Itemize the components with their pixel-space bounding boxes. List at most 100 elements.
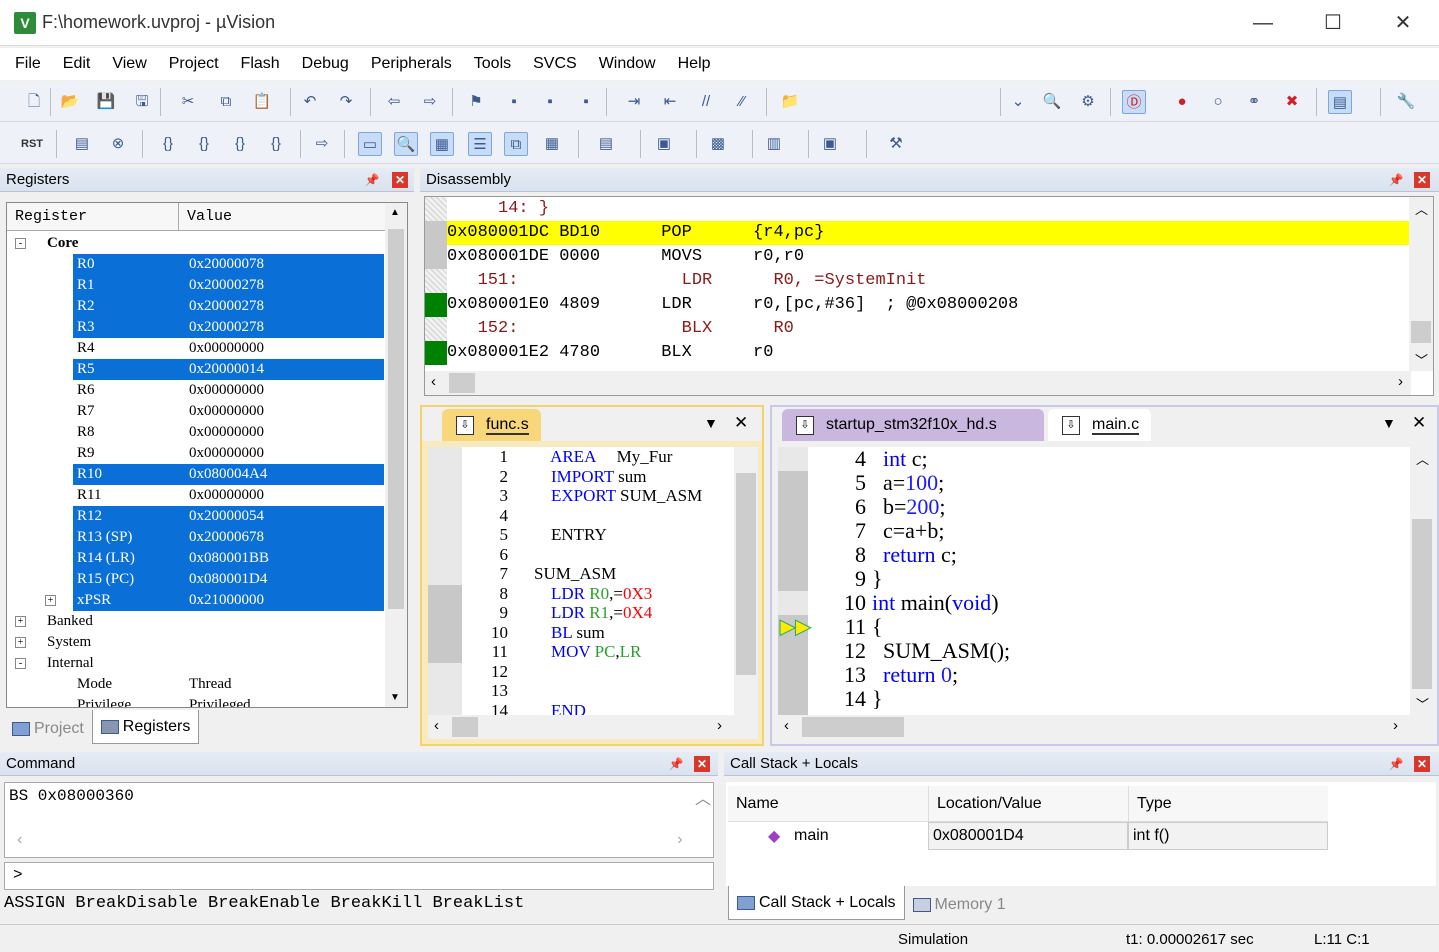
code-line[interactable]: IMPORT sum bbox=[534, 467, 647, 487]
tab-list-dropdown-icon[interactable]: ▼ bbox=[1382, 415, 1396, 431]
run-icon[interactable]: ▤ bbox=[70, 132, 94, 156]
register-row[interactable]: R2 0x20000278 bbox=[7, 296, 384, 317]
maximize-button[interactable]: ☐ bbox=[1310, 8, 1356, 38]
register-row[interactable]: + System bbox=[7, 632, 384, 653]
register-row[interactable]: R5 0x20000014 bbox=[7, 359, 384, 380]
register-row[interactable]: + xPSR 0x21000000 bbox=[7, 590, 384, 611]
breakpoint-kill-all-icon[interactable]: ✖ bbox=[1280, 90, 1304, 114]
breakpoint-disable-all-icon[interactable]: ⚭ bbox=[1242, 90, 1266, 114]
run-to-cursor-icon[interactable]: {} bbox=[264, 132, 288, 156]
pin-icon[interactable]: 📌 bbox=[364, 172, 380, 188]
code-line[interactable]: SUM_ASM bbox=[534, 564, 616, 584]
collapse-icon[interactable]: - bbox=[15, 238, 26, 249]
uncomment-icon[interactable]: ⁄⁄ bbox=[730, 90, 754, 114]
expand-icon[interactable]: + bbox=[45, 595, 56, 606]
bookmark-prev-icon[interactable]: ▪ bbox=[502, 90, 526, 114]
show-next-statement-icon[interactable]: ⇨ bbox=[310, 132, 334, 156]
indent-icon[interactable]: ⇥ bbox=[622, 90, 646, 114]
register-row[interactable]: Privilege Privileged bbox=[7, 695, 384, 707]
tab-project[interactable]: Project bbox=[4, 716, 92, 742]
debug-session-icon[interactable]: Ⓓ bbox=[1122, 90, 1146, 114]
close-panel-button[interactable]: ✕ bbox=[392, 172, 408, 188]
tab-registers[interactable]: Registers bbox=[91, 710, 200, 744]
find-icon[interactable]: 🔍 bbox=[1040, 90, 1064, 114]
pin-icon[interactable]: 📌 bbox=[1388, 172, 1404, 188]
menu-help[interactable]: Help bbox=[667, 55, 722, 73]
save-all-icon[interactable]: 🖫 bbox=[130, 90, 154, 114]
breakpoint-disable-icon[interactable]: ○ bbox=[1206, 90, 1230, 114]
menu-svcs[interactable]: SVCS bbox=[522, 55, 588, 73]
expand-icon[interactable]: + bbox=[15, 637, 26, 648]
tab-main-c[interactable]: ⇩ main.c bbox=[1048, 409, 1152, 441]
code-line[interactable]: BL sum bbox=[534, 623, 605, 643]
scroll-right-icon[interactable]: › bbox=[1393, 717, 1398, 734]
code-line[interactable]: b=200; bbox=[872, 495, 946, 519]
system-viewer-icon[interactable]: ▣ bbox=[818, 132, 842, 156]
bookmark-clear-icon[interactable]: ▪ bbox=[574, 90, 598, 114]
register-row[interactable]: + Banked bbox=[7, 611, 384, 632]
column-register[interactable]: Register bbox=[7, 203, 179, 231]
disassembly-line[interactable]: 0x080001E0 4809 LDR r0,[pc,#36] ; @0x080… bbox=[447, 293, 1411, 317]
disassembly-vscroll[interactable]: ︿ ﹀ bbox=[1409, 197, 1433, 371]
scroll-down-icon[interactable]: ﹀ bbox=[1415, 350, 1428, 369]
register-row[interactable]: - Core bbox=[7, 233, 384, 254]
register-row[interactable]: R3 0x20000278 bbox=[7, 317, 384, 338]
scroll-thumb[interactable] bbox=[1412, 519, 1432, 689]
window-layout-icon[interactable]: ▤ bbox=[1328, 90, 1352, 114]
menu-window[interactable]: Window bbox=[588, 55, 667, 73]
tab-func-s[interactable]: ⇩ func.s bbox=[442, 409, 541, 441]
code-line[interactable]: } bbox=[872, 567, 883, 591]
step-into-icon[interactable]: {} bbox=[156, 132, 180, 156]
code-line[interactable]: MOV PC,LR bbox=[534, 642, 641, 662]
scroll-down-icon[interactable]: ﹀ bbox=[1416, 694, 1429, 713]
scroll-right-icon[interactable]: › bbox=[717, 717, 722, 734]
disassembly-hscroll[interactable]: ‹ › bbox=[425, 371, 1411, 395]
expand-icon[interactable]: + bbox=[15, 616, 26, 627]
unindent-icon[interactable]: ⇤ bbox=[658, 90, 682, 114]
scroll-up-icon[interactable]: ︿ bbox=[695, 785, 711, 809]
collapse-icon[interactable]: - bbox=[15, 658, 26, 669]
nav-back-icon[interactable]: ⇦ bbox=[382, 90, 406, 114]
tab-startup[interactable]: ⇩ startup_stm32f10x_hd.s bbox=[782, 409, 1044, 441]
code-line[interactable]: { bbox=[872, 615, 883, 639]
code-line[interactable]: SUM_ASM(); bbox=[872, 639, 1010, 663]
code-line[interactable]: EXPORT SUM_ASM bbox=[534, 486, 702, 506]
serial-windows-icon[interactable]: ▣ bbox=[652, 132, 676, 156]
scroll-thumb[interactable] bbox=[388, 229, 404, 609]
close-tab-icon[interactable]: ✕ bbox=[734, 413, 748, 433]
command-window-icon[interactable]: ▭ bbox=[358, 132, 382, 156]
toolbox-icon[interactable]: ⚒ bbox=[884, 132, 908, 156]
column-location[interactable]: Location/Value bbox=[928, 786, 1050, 822]
column-name[interactable]: Name bbox=[736, 795, 779, 813]
incremental-find-icon[interactable]: ⚙ bbox=[1076, 90, 1100, 114]
scroll-thumb[interactable] bbox=[452, 717, 478, 737]
registers-scrollbar[interactable]: ▲ ▼ bbox=[385, 203, 407, 707]
register-row[interactable]: R6 0x00000000 bbox=[7, 380, 384, 401]
analysis-windows-icon[interactable]: ▩ bbox=[706, 132, 730, 156]
disassembly-line[interactable]: 151: LDR R0, =SystemInit bbox=[447, 269, 1411, 293]
code-line[interactable]: int main(void) bbox=[872, 591, 999, 615]
main-hscroll[interactable]: ‹ › bbox=[778, 715, 1434, 739]
scroll-left-icon[interactable]: ‹ bbox=[15, 831, 25, 849]
scroll-down-icon[interactable]: ▼ bbox=[390, 692, 400, 703]
step-out-icon[interactable]: {} bbox=[228, 132, 252, 156]
code-line[interactable]: } bbox=[872, 687, 883, 711]
menu-debug[interactable]: Debug bbox=[291, 55, 360, 73]
column-type[interactable]: Type bbox=[1128, 786, 1180, 822]
symbols-window-icon[interactable]: ▦ bbox=[430, 132, 454, 156]
menu-project[interactable]: Project bbox=[158, 55, 230, 73]
reset-icon[interactable]: RST bbox=[20, 132, 44, 156]
register-row[interactable]: R10 0x080004A4 bbox=[7, 464, 384, 485]
undo-icon[interactable]: ↶ bbox=[298, 90, 322, 114]
scroll-thumb[interactable] bbox=[449, 373, 475, 393]
scroll-right-icon[interactable]: › bbox=[1398, 373, 1403, 390]
disassembly-view[interactable]: 14: } 0x080001DC BD10 POP {r4,pc} 0x080001… bbox=[424, 196, 1434, 396]
register-row[interactable]: R13 (SP) 0x20000678 bbox=[7, 527, 384, 548]
trace-windows-icon[interactable]: ▥ bbox=[762, 132, 786, 156]
close-tab-icon[interactable]: ✕ bbox=[1412, 413, 1426, 433]
close-panel-button[interactable]: ✕ bbox=[1414, 172, 1430, 188]
redo-icon[interactable]: ↷ bbox=[334, 90, 358, 114]
register-row[interactable]: R1 0x20000278 bbox=[7, 275, 384, 296]
close-panel-button[interactable]: ✕ bbox=[1414, 756, 1430, 772]
register-row[interactable]: R15 (PC) 0x080001D4 bbox=[7, 569, 384, 590]
